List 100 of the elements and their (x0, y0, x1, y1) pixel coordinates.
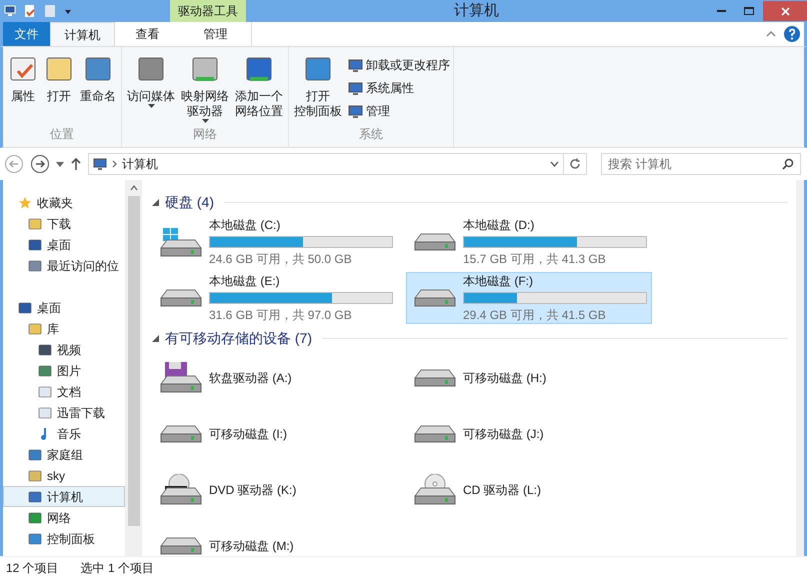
group-header[interactable]: 有可移动存储的设备 (7) (165, 328, 312, 348)
sidebar-label: 网络 (47, 510, 71, 526)
sidebar-label: 控制面板 (47, 530, 95, 548)
help-icon[interactable] (784, 26, 800, 42)
drive-tile[interactable]: 软盘驱动器 (A:) (152, 352, 398, 404)
ribbon-small-button[interactable]: 卸载或更改程序 (348, 55, 450, 75)
sidebar-item[interactable]: 下载 (3, 213, 125, 234)
document-check-icon[interactable] (24, 4, 36, 18)
ribbon-button[interactable]: 映射网络 驱动器 (179, 55, 231, 125)
drive-name: 本地磁盘 (E:) (209, 273, 281, 290)
sidebar-label: 文档 (57, 384, 81, 400)
dropdown-icon[interactable] (64, 7, 72, 15)
sidebar-label: 视频 (57, 342, 81, 358)
forward-icon[interactable] (30, 154, 50, 174)
drive-tile[interactable]: 本地磁盘 (F:) 29.4 GB 可用，共 41.5 GB (406, 272, 652, 324)
context-tab-header: 驱动器工具 (170, 0, 246, 22)
search-icon[interactable] (782, 158, 794, 170)
drive-tile[interactable]: CD 驱动器 (L:) (406, 464, 652, 516)
sidebar-label: 迅雷下载 (57, 404, 105, 422)
drive-name: 可移动磁盘 (I:) (209, 426, 288, 443)
drive-tile[interactable]: 本地磁盘 (E:) 31.6 GB 可用，共 97.0 GB (152, 272, 398, 324)
dropdown-icon (148, 104, 154, 108)
drive-tile[interactable]: 本地磁盘 (C:) 24.6 GB 可用，共 50.0 GB (152, 216, 398, 268)
refresh-button[interactable] (563, 153, 587, 175)
sidebar-item[interactable]: 控制面板 (3, 528, 125, 549)
ribbon-group-label: 系统 (358, 126, 384, 143)
star-icon (18, 196, 32, 210)
drive-name: 软盘驱动器 (A:) (209, 370, 293, 387)
sidebar-label: 计算机 (47, 488, 83, 506)
ribbon-button[interactable]: 访问媒体 (125, 55, 177, 125)
sidebar-label: 桌面 (37, 300, 61, 316)
drive-space: 15.7 GB 可用，共 41.3 GB (463, 251, 607, 268)
drive-name: CD 驱动器 (L:) (463, 482, 542, 499)
close-button[interactable] (763, 1, 807, 21)
ribbon-button[interactable]: 属性 (6, 55, 40, 125)
collapse-triangle-icon[interactable] (152, 198, 159, 206)
sidebar-item[interactable]: 文档 (3, 381, 125, 402)
search-field[interactable]: 搜索 计算机 (601, 153, 801, 175)
drive-tile[interactable]: 本地磁盘 (D:) 15.7 GB 可用，共 41.3 GB (406, 216, 652, 268)
drive-tile[interactable]: DVD 驱动器 (K:) (152, 464, 398, 516)
ribbon-button[interactable]: 打开 控制面板 (292, 55, 344, 125)
monitor-icon (348, 104, 363, 118)
drive-name: DVD 驱动器 (K:) (209, 482, 298, 499)
up-arrow-icon[interactable] (70, 157, 82, 171)
drive-tile[interactable]: 可移动磁盘 (M:) (152, 520, 398, 556)
ribbon-small-button[interactable]: 管理 (348, 101, 450, 121)
drive-tile[interactable]: 可移动磁盘 (J:) (406, 408, 652, 460)
collapse-ribbon-icon[interactable] (766, 30, 776, 38)
sidebar-item[interactable]: 计算机 (3, 486, 125, 507)
sidebar-item[interactable]: 库 (3, 318, 125, 339)
address-field[interactable]: 计算机 (88, 153, 564, 175)
drive-name: 可移动磁盘 (M:) (209, 538, 295, 555)
ribbon-tab[interactable]: 文件 (3, 22, 50, 46)
group-header[interactable]: 硬盘 (4) (165, 192, 214, 212)
ribbon-tab[interactable]: 管理 (180, 22, 252, 46)
sidebar-item[interactable]: 最近访问的位 (3, 255, 125, 276)
chevron-down-icon[interactable] (550, 161, 559, 167)
drive-name: 本地磁盘 (F:) (463, 273, 534, 290)
sidebar-label: 下载 (47, 216, 71, 232)
sidebar-label: 桌面 (47, 236, 71, 254)
drive-tile[interactable]: 可移动磁盘 (I:) (152, 408, 398, 460)
ribbon-tab[interactable]: 查看 (115, 22, 180, 46)
sidebar-label: 图片 (57, 362, 81, 380)
refresh-icon (569, 158, 581, 170)
close-icon (780, 6, 790, 16)
ribbon-group-label: 位置 (49, 126, 75, 143)
scrollbar-thumb[interactable] (128, 196, 140, 526)
ribbon-button[interactable]: 重命名 (78, 55, 118, 125)
sidebar-item[interactable]: 桌面 (3, 297, 125, 318)
sidebar-item[interactable]: 收藏夹 (3, 192, 125, 213)
monitor-icon (348, 80, 363, 96)
sidebar-item[interactable]: 视频 (3, 339, 125, 360)
drive-name: 本地磁盘 (C:) (209, 217, 282, 234)
drive-name: 本地磁盘 (D:) (463, 217, 536, 234)
sidebar-item[interactable]: 网络 (3, 507, 125, 528)
sidebar-item[interactable]: 迅雷下载 (3, 402, 125, 423)
ribbon-button[interactable]: 添加一个 网络位置 (233, 55, 285, 125)
ribbon-tab[interactable]: 计算机 (50, 22, 115, 46)
drive-tile[interactable]: 可移动磁盘 (H:) (406, 352, 652, 404)
ribbon-group-label: 网络 (192, 126, 218, 143)
sidebar-scrollbar[interactable] (125, 180, 142, 556)
sidebar-item[interactable]: 家庭组 (3, 444, 125, 465)
collapse-triangle-icon[interactable] (152, 334, 159, 342)
chevron-right-icon[interactable] (112, 160, 117, 168)
breadcrumb-item[interactable]: 计算机 (122, 155, 158, 173)
sidebar-item[interactable]: 图片 (3, 360, 125, 381)
sidebar-label: 家庭组 (47, 446, 83, 464)
sidebar-item[interactable]: 桌面 (3, 234, 125, 255)
sidebar-label: 库 (47, 320, 59, 338)
drive-name: 可移动磁盘 (H:) (463, 370, 548, 387)
sidebar-item[interactable]: sky (3, 465, 125, 486)
dropdown-icon[interactable] (56, 162, 64, 166)
ribbon-button[interactable]: 打开 (42, 55, 76, 125)
ribbon-small-button[interactable]: 系统属性 (348, 78, 450, 98)
sidebar-item[interactable]: 音乐 (3, 423, 125, 444)
status-text: 选中 1 个项目 (80, 560, 154, 576)
sidebar-label: 最近访问的位 (47, 258, 119, 274)
drive-space: 24.6 GB 可用，共 50.0 GB (209, 251, 353, 268)
drive-space: 31.6 GB 可用，共 97.0 GB (209, 307, 353, 324)
content-scrollbar[interactable] (796, 180, 804, 556)
